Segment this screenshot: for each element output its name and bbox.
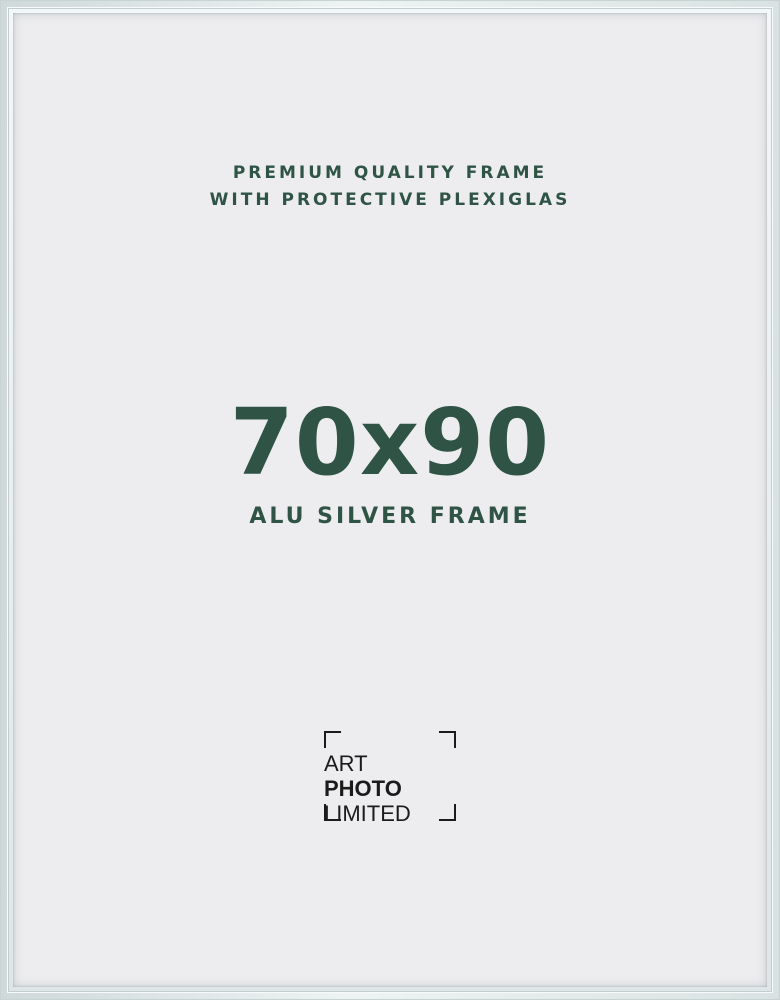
logo-line-photo: PHOTO — [324, 776, 402, 801]
logo-line-art: ART — [324, 751, 368, 776]
logo-corner-top-left-icon — [324, 731, 342, 749]
logo-corner-bottom-right-icon — [438, 803, 456, 821]
logo-wordmark: ART PHOTO LIMITED — [324, 751, 411, 826]
tagline-line-1: PREMIUM QUALITY FRAME — [232, 163, 548, 183]
art-photo-limited-logo: ART PHOTO LIMITED — [324, 731, 456, 826]
tagline-line-2: WITH PROTECTIVE PLEXIGLAS — [209, 190, 571, 210]
frame-size-title: 70x90 — [229, 389, 551, 496]
tagline: PREMIUM QUALITY FRAME WITH PROTECTIVE PL… — [0, 160, 780, 214]
logo-line-limited: LIMITED — [324, 801, 411, 826]
logo-corner-top-right-icon — [438, 731, 456, 749]
frame-type-subtitle: ALU SILVER FRAME — [249, 504, 531, 529]
